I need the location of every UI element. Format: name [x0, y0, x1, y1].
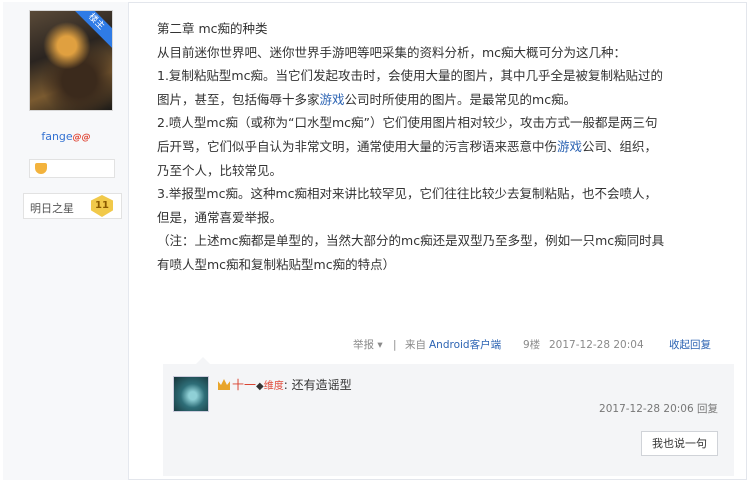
level-box[interactable]: 明日之星 11 — [23, 193, 122, 219]
level-name: 明日之星 — [30, 202, 74, 215]
reply-text: 还有造谣型 — [291, 378, 352, 392]
post-line: 从目前迷你世界吧、迷你世界手游吧等吧采集的资料分析，mc痴大概可分为这几种： — [157, 44, 627, 60]
reply-datetime: 2017-12-28 20:06 — [599, 403, 694, 415]
reply-meta: 2017-12-28 20:06 回复 — [599, 401, 718, 416]
post-line: 乃至个人，比较常见。 — [157, 162, 283, 178]
game-link[interactable]: 游戏 — [557, 139, 582, 154]
text-segment: 后开骂，它们似乎自认为非常文明，通常使用大量的污言秽语来恶意中伤 — [157, 138, 558, 154]
post-line: 3.举报型mc痴。这种mc痴相对来讲比较罕见，它们往往比较少去复制粘贴，也不会喷… — [157, 186, 658, 202]
text-segment: 图片，甚至，包括侮辱十多家 — [157, 91, 320, 107]
post-line: （注：上述mc痴都是单型的，当然大部分的mc痴还是双型乃至多型，例如一只mc痴同… — [157, 233, 665, 249]
report-label: 举报 — [353, 339, 374, 351]
reply-vip-label: 维度 — [263, 381, 284, 392]
say-something-button[interactable]: 我也说一句 — [641, 431, 718, 456]
reply-username[interactable]: 十一 — [232, 378, 256, 392]
text-segment: 公司时所使用的图片。是最常见的mc痴。 — [344, 91, 577, 107]
floor-number: 9楼 — [523, 339, 541, 351]
post-meta: 举报 ▾ | 来自 Android客户端 9楼 2017-12-28 20:04… — [353, 336, 733, 354]
diamond-icon: ◆ — [256, 381, 264, 392]
thread-starter-badge: 楼主 — [69, 11, 112, 49]
post-line: 1.复制粘贴型mc痴。当它们发起攻击时，会使用大量的图片，其中几乎全是被复制粘贴… — [157, 68, 663, 84]
reply-box: 十一◆维度: 还有造谣型 2017-12-28 20:06 回复 我也说一句 — [163, 364, 734, 476]
game-link[interactable]: 游戏 — [320, 92, 345, 107]
post-line: 第二章 mc痴的种类 — [157, 21, 268, 36]
author-sidebar: 楼主 fange@@ 明日之星 11 — [3, 2, 129, 480]
source-client-link[interactable]: Android客户端 — [429, 336, 501, 354]
source-prefix: 来自 — [405, 339, 426, 351]
post-line: 后开骂，它们似乎自认为非常文明，通常使用大量的污言秽语来恶意中伤游戏公司、组织， — [157, 135, 737, 159]
medal-icon[interactable] — [35, 163, 47, 174]
level-badge-icon: 11 — [91, 195, 113, 217]
author-avatar[interactable]: 楼主 — [29, 10, 113, 111]
reply-separator: : — [283, 378, 288, 392]
text-segment: 公司、组织， — [582, 138, 658, 154]
author-username-row: fange@@ — [3, 130, 129, 143]
medal-box — [29, 159, 115, 178]
reply-line: 十一◆维度: 还有造谣型 — [218, 376, 352, 393]
meta-divider: | — [393, 339, 397, 351]
reply-caret — [196, 357, 210, 364]
author-username[interactable]: fange — [41, 130, 72, 143]
post-line: 2.喷人型mc痴（或称为“口水型mc痴”）它们使用图片相对较少，攻击方式一般都是… — [157, 115, 658, 131]
post-line: 但是，通常喜爱举报。 — [157, 209, 283, 225]
post-line: 有喷人型mc痴和复制粘贴型mc痴的特点） — [157, 256, 396, 272]
reply-link[interactable]: 回复 — [697, 403, 718, 415]
post-line: 图片，甚至，包括侮辱十多家游戏公司时所使用的图片。是最常见的mc痴。 — [157, 88, 737, 112]
collapse-reply-link[interactable]: 收起回复 — [669, 336, 711, 354]
reply-avatar[interactable] — [173, 376, 209, 412]
chevron-down-icon: ▾ — [377, 339, 383, 351]
crown-icon — [218, 379, 230, 390]
vip-icon: @@ — [72, 133, 91, 143]
report-button[interactable]: 举报 ▾ — [353, 336, 383, 354]
post-content: 第二章 mc痴的种类 从目前迷你世界吧、迷你世界手游吧等吧采集的资料分析，mc痴… — [157, 17, 737, 277]
post-datetime: 2017-12-28 20:04 — [549, 339, 644, 351]
